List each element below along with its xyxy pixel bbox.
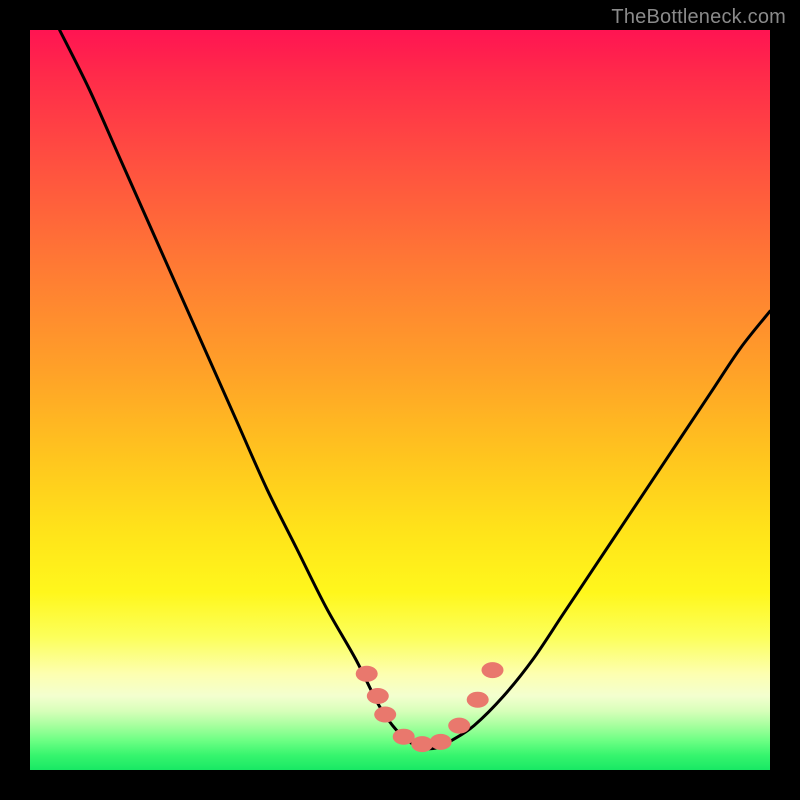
left-mid-marker [367, 688, 389, 704]
marker-group [356, 662, 504, 752]
left-lower-marker [374, 707, 396, 723]
valley-marker-3 [430, 734, 452, 750]
plot-area [30, 30, 770, 770]
curve-layer [30, 30, 770, 770]
valley-marker-1 [393, 729, 415, 745]
curve-path [60, 30, 770, 749]
valley-marker-2 [411, 736, 433, 752]
outer-frame: TheBottleneck.com [0, 0, 800, 800]
watermark-text: TheBottleneck.com [611, 6, 786, 29]
left-upper-marker [356, 666, 378, 682]
right-upper-marker [482, 662, 504, 678]
right-lower-marker [448, 718, 470, 734]
bottleneck-curve-path [60, 30, 770, 749]
right-mid-marker [467, 692, 489, 708]
